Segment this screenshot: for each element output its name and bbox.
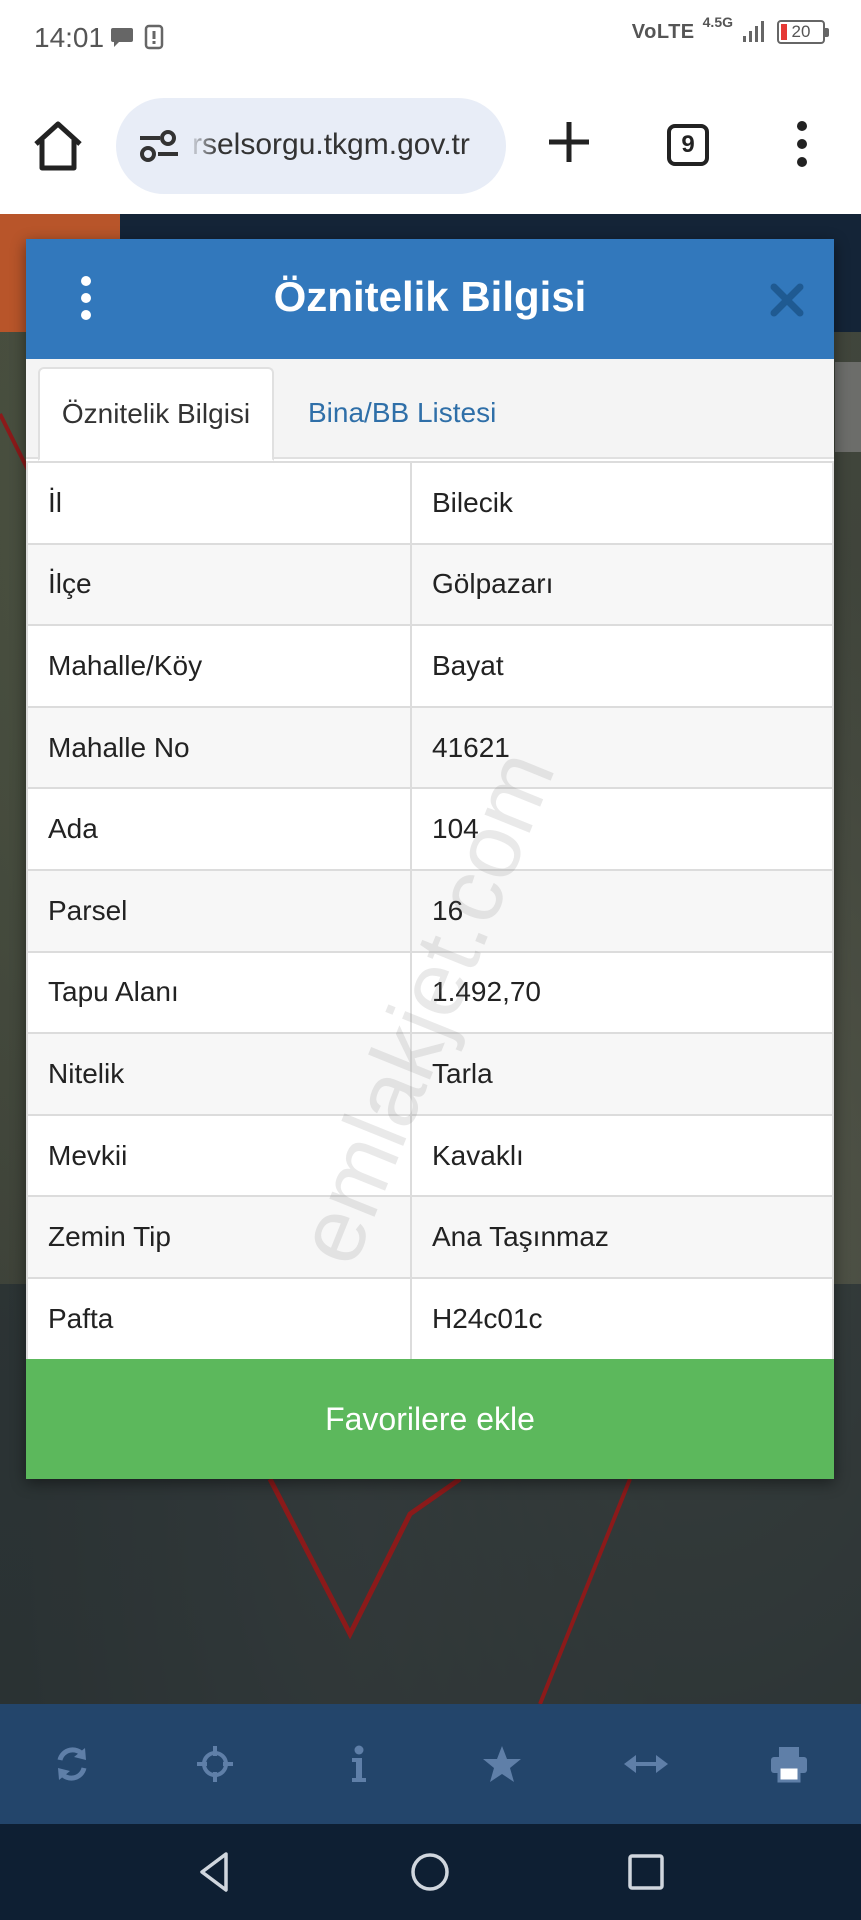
table-row: İl Bilecik (26, 461, 834, 545)
table-row: Mahalle No 41621 (26, 705, 834, 790)
message-notification-icon (111, 28, 133, 47)
attr-value: Kavaklı (410, 1113, 834, 1198)
table-row: Mevkii Kavaklı (26, 1113, 834, 1198)
more-vert-icon[interactable] (790, 120, 814, 168)
tab-building-list[interactable]: Bina/BB Listesi (288, 367, 516, 459)
attr-value: Tarla (410, 1032, 834, 1116)
attr-key: Nitelik (26, 1032, 412, 1116)
battery-icon: 20 (777, 20, 829, 44)
status-bar: 14:01 VoLTE 4.5G 20 (0, 0, 861, 80)
signal-icon (743, 21, 764, 42)
attr-key: Tapu Alanı (26, 950, 412, 1035)
panel-title: Öznitelik Bilgisi (273, 273, 587, 320)
battery-level: 20 (791, 22, 811, 41)
app-toolbar (0, 1704, 861, 1824)
attr-value: Bilecik (410, 461, 834, 545)
attr-key: Pafta (26, 1276, 412, 1361)
attribute-panel: Öznitelik Bilgisi Öznitelik Bilgisi Bina… (26, 239, 834, 1479)
attribute-table: İl Bilecik İlçe Gölpazarı Mahalle/Köy Bayat… (26, 461, 834, 1361)
attr-value: 104 (410, 787, 834, 871)
attr-key: Mahalle No (26, 705, 412, 790)
status-time: 14:01 (34, 22, 105, 53)
measure-icon[interactable] (616, 1734, 676, 1794)
table-row: Parsel 16 (26, 868, 834, 953)
attr-key: İl (26, 461, 412, 545)
attr-value: 16 (410, 868, 834, 953)
url-text: rselsorgu.tkgm.gov.tr (192, 128, 470, 161)
attr-value: 1.492,70 (410, 950, 834, 1035)
attr-key: Zemin Tip (26, 1195, 412, 1279)
star-icon[interactable] (472, 1734, 532, 1794)
address-bar[interactable]: rselsorgu.tkgm.gov.tr (116, 98, 506, 194)
table-row: Pafta H24c01c (26, 1276, 834, 1361)
attr-key: Ada (26, 787, 412, 871)
table-row: Mahalle/Köy Bayat (26, 624, 834, 708)
table-row: Tapu Alanı 1.492,70 (26, 950, 834, 1035)
home-circle-icon[interactable] (406, 1848, 454, 1896)
back-icon[interactable] (190, 1848, 238, 1896)
new-tab-plus-icon[interactable] (545, 118, 593, 166)
table-row: Zemin Tip Ana Taşınmaz (26, 1195, 834, 1279)
attr-value: Bayat (410, 624, 834, 708)
crosshair-icon[interactable] (185, 1734, 245, 1794)
refresh-icon[interactable] (42, 1734, 102, 1794)
add-to-favorites-button[interactable]: Favorilere ekle (26, 1359, 834, 1479)
panel-tabs: Öznitelik Bilgisi Bina/BB Listesi (26, 359, 834, 461)
attr-value: H24c01c (410, 1276, 834, 1361)
print-icon[interactable] (759, 1734, 819, 1794)
android-navigation-bar (0, 1824, 861, 1920)
url-fade (188, 98, 218, 194)
attr-value: Ana Taşınmaz (410, 1195, 834, 1279)
attr-key: İlçe (26, 542, 412, 627)
map-scrollbar[interactable] (835, 362, 861, 452)
tab-attribute-info[interactable]: Öznitelik Bilgisi (38, 367, 274, 461)
info-icon[interactable] (329, 1734, 389, 1794)
attr-value: 41621 (410, 705, 834, 790)
status-notification-icons (110, 24, 164, 50)
volte-label: VoLTE (631, 20, 695, 43)
attr-key: Mahalle/Köy (26, 624, 412, 708)
panel-header: Öznitelik Bilgisi (26, 239, 834, 359)
table-row: Nitelik Tarla (26, 1032, 834, 1116)
home-icon[interactable] (30, 118, 86, 174)
alert-notification-icon (144, 24, 164, 50)
table-row: Ada 104 (26, 787, 834, 871)
table-row: İlçe Gölpazarı (26, 542, 834, 627)
browser-toolbar: rselsorgu.tkgm.gov.tr 9 (0, 80, 861, 214)
site-settings-icon[interactable] (138, 128, 180, 164)
recents-icon[interactable] (622, 1848, 670, 1896)
close-icon[interactable] (770, 283, 804, 317)
tab-count: 9 (681, 131, 695, 158)
status-right: VoLTE 4.5G 20 (631, 14, 829, 44)
attr-key: Parsel (26, 868, 412, 953)
attr-key: Mevkii (26, 1113, 412, 1198)
attr-value: Gölpazarı (410, 542, 834, 627)
tab-switcher-icon[interactable]: 9 (667, 124, 709, 166)
network-label: 4.5G (702, 14, 733, 30)
